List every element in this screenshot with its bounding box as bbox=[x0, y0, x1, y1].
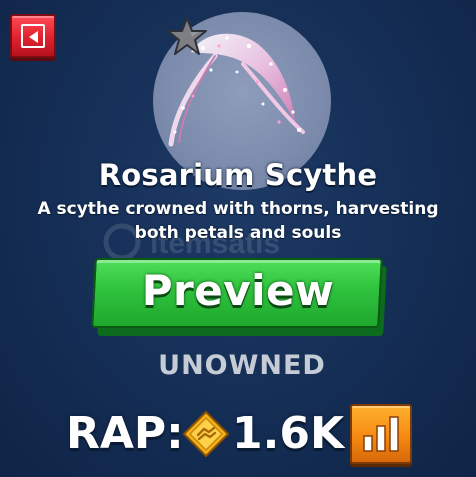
preview-button-label: Preview bbox=[141, 266, 335, 315]
robux-coin-icon bbox=[183, 411, 229, 457]
ownership-status: UNOWNED bbox=[158, 350, 326, 381]
rarity-star-icon bbox=[167, 17, 207, 55]
item-title: Rosarium Scythe bbox=[98, 158, 378, 192]
watermark-text: itemsatis bbox=[150, 227, 280, 260]
rap-row: RAP: 1.6K bbox=[66, 404, 426, 468]
preview-button[interactable]: Preview bbox=[91, 258, 389, 338]
rap-label: RAP: bbox=[66, 408, 184, 459]
back-button[interactable] bbox=[10, 14, 56, 58]
watermark-logo: itemsatis bbox=[103, 223, 280, 261]
rap-value: 1.6K bbox=[232, 408, 345, 459]
rap-chart-button[interactable] bbox=[350, 404, 412, 464]
back-arrow-icon bbox=[21, 24, 45, 48]
bar-chart-icon bbox=[363, 416, 399, 452]
